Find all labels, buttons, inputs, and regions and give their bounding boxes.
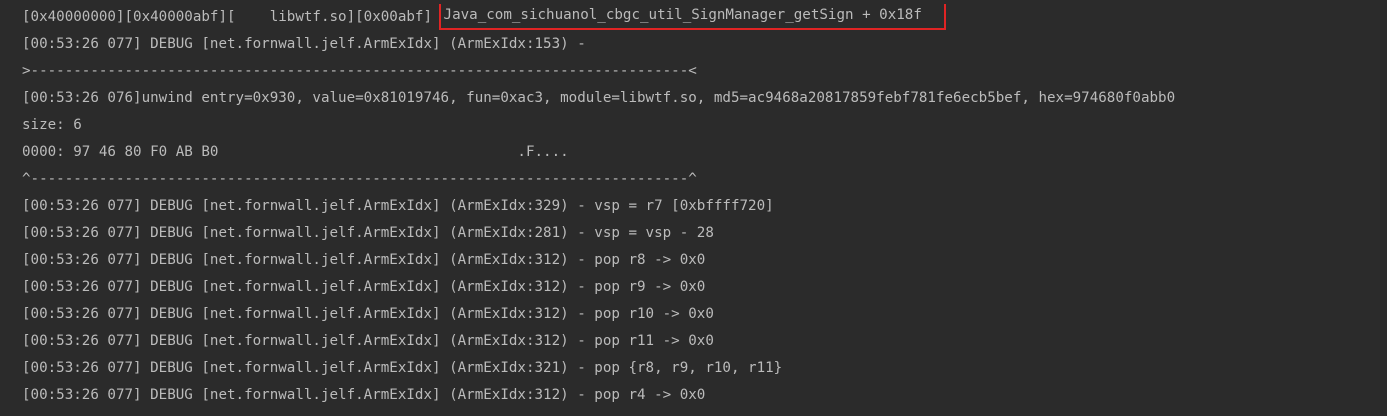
stack-frame-address: [0x40000000][0x40000abf][ libwtf.so][0x0… [22, 9, 441, 25]
log-line[interactable]: [00:53:26 077] DEBUG [net.fornwall.jelf.… [0, 328, 1387, 355]
log-line[interactable]: [00:53:26 077] DEBUG [net.fornwall.jelf.… [0, 274, 1387, 301]
separator-line: ^---------------------------------------… [22, 171, 697, 187]
log-line[interactable]: [00:53:26 077] DEBUG [net.fornwall.jelf.… [0, 220, 1387, 247]
log-line[interactable]: [00:53:26 077] DEBUG [net.fornwall.jelf.… [0, 247, 1387, 274]
highlighted-symbol: Java_com_sichuanol_cbgc_util_SignManager… [438, 4, 946, 30]
log-line[interactable]: [00:53:26 077] DEBUG [net.fornwall.jelf.… [0, 382, 1387, 409]
log-line[interactable]: [00:53:26 077] DEBUG [net.fornwall.jelf.… [0, 31, 1387, 58]
log-line[interactable]: size: 6 [0, 112, 1387, 139]
log-line-hexdump[interactable]: 0000: 97 46 80 F0 AB B0 .F.... [0, 139, 1387, 166]
log-line[interactable]: [00:53:26 077] DEBUG [net.fornwall.jelf.… [0, 193, 1387, 220]
separator-line: >---------------------------------------… [22, 63, 697, 79]
log-line[interactable]: [00:53:26 077] DEBUG [net.fornwall.jelf.… [0, 301, 1387, 328]
log-line-stack-frame[interactable]: [0x40000000][0x40000abf][ libwtf.so][0x0… [0, 4, 1387, 31]
log-line[interactable]: [00:53:26 076]unwind entry=0x930, value=… [0, 85, 1387, 112]
log-line[interactable]: [00:53:26 077] DEBUG [net.fornwall.jelf.… [0, 355, 1387, 382]
console-output[interactable]: [0x40000000][0x40000abf][ libwtf.so][0x0… [0, 0, 1387, 416]
